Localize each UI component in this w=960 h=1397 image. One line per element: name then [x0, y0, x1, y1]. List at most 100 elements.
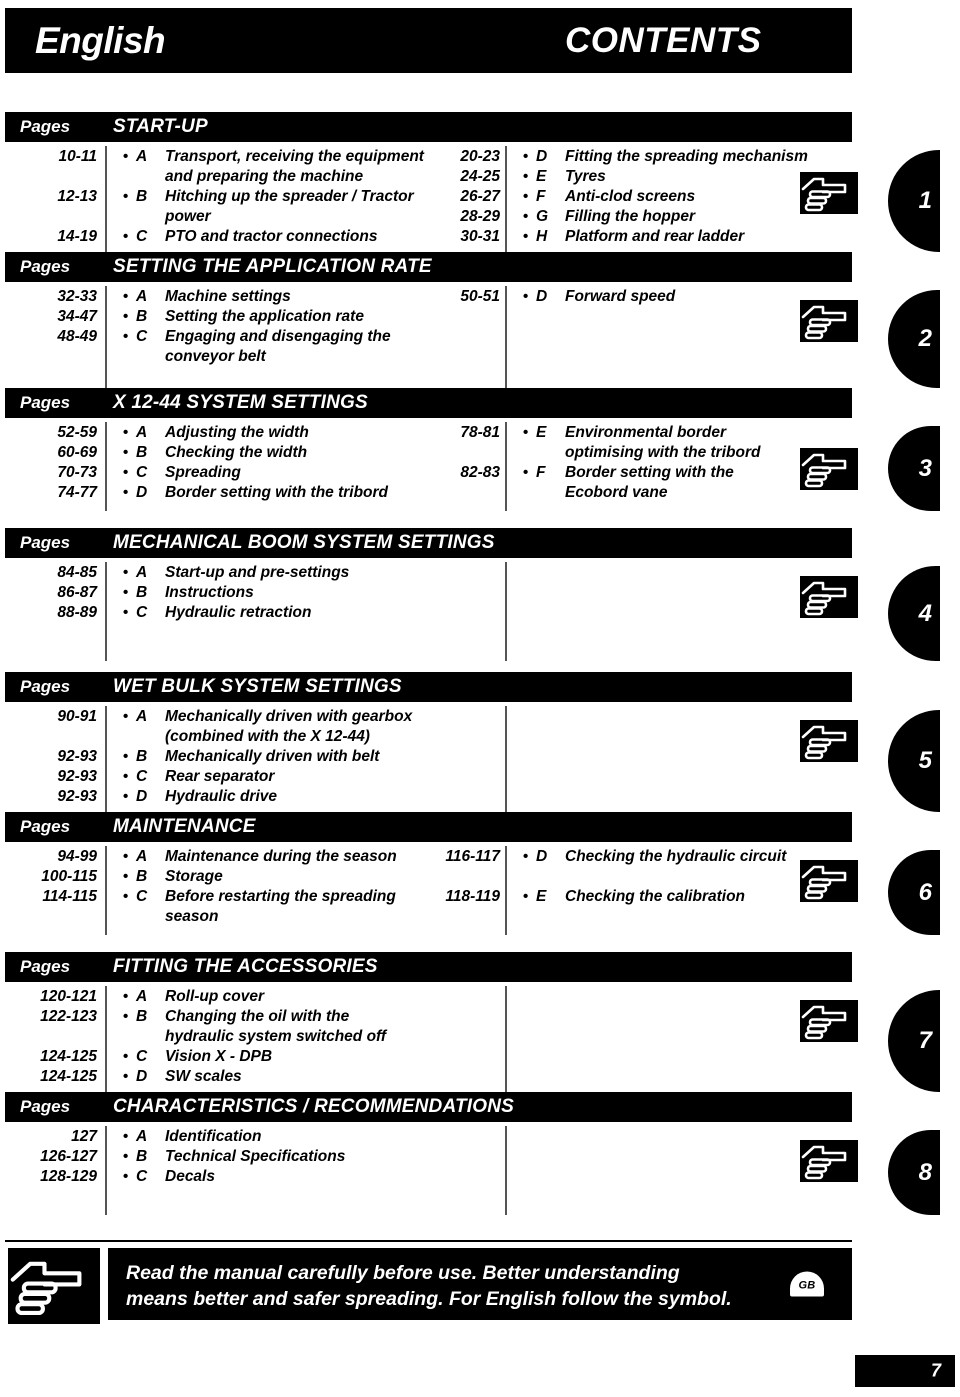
section-header-7: Pages FITTING THE ACCESSORIES	[5, 952, 852, 982]
entry-letter: A	[136, 1128, 148, 1145]
entry-text: hydraulic system switched off	[165, 1028, 387, 1045]
section-title: MECHANICAL BOOM SYSTEM SETTINGS	[113, 532, 495, 553]
page-range: 28-29	[460, 208, 500, 225]
contents-row[interactable]: 90-91 • A Mechanically driven with gearbox	[5, 708, 505, 728]
contents-row[interactable]: 128-129 • C Decals	[5, 1168, 505, 1188]
page-range: 116-117	[445, 848, 500, 865]
contents-row[interactable]: 20-23 • D Fitting the spreading mechanism	[460, 148, 808, 168]
bullet-icon: •	[123, 228, 129, 245]
bullet-icon: •	[123, 288, 129, 305]
contents-row[interactable]: optimising with the tribord	[505, 444, 805, 464]
section-body-8: 127 • A Identification 126-127 • B Technical Sp…	[5, 1122, 858, 1217]
bullet-icon: •	[123, 708, 129, 725]
entry-letter: G	[536, 208, 549, 225]
entries-column-left: 84-85 • A Start-up and pre-settings 86-87 • B I…	[5, 564, 505, 624]
entry-text: conveyor belt	[165, 348, 266, 365]
contents-row[interactable]: 78-81 • E Environmental border	[460, 424, 805, 444]
contents-row[interactable]: conveyor belt	[5, 348, 505, 368]
tab-marker-3[interactable]: 3	[888, 426, 940, 511]
tab-marker-2[interactable]: 2	[888, 290, 940, 388]
tab-marker-1[interactable]: 1	[888, 150, 940, 252]
tab-marker-6[interactable]: 6	[888, 850, 940, 935]
contents-row[interactable]: 60-69 • B Checking the width	[5, 444, 505, 464]
entry-letter: E	[536, 424, 547, 441]
section-2: Pages SETTING THE APPLICATION RATE 32-33 • A…	[5, 252, 858, 390]
page-range: 127	[71, 1128, 97, 1145]
contents-row[interactable]: 48-49 • C Engaging and disengaging the	[5, 328, 505, 348]
contents-row[interactable]	[505, 868, 805, 888]
contents-row[interactable]: 28-29 • G Filling the hopper	[460, 208, 805, 228]
tab-number: 6	[918, 878, 932, 906]
contents-row[interactable]: 100-115 • B Storage	[5, 868, 505, 888]
pointing-hand-icon	[800, 1140, 858, 1182]
contents-row[interactable]: 82-83 • F Border setting with the	[460, 464, 805, 484]
contents-row[interactable]: 74-77 • D Border setting with the tribord	[5, 484, 505, 504]
entry-letter: A	[136, 424, 148, 441]
contents-row[interactable]: 120-121 • A Roll-up cover	[5, 988, 505, 1008]
contents-row[interactable]: 92-93 • D Hydraulic drive	[5, 788, 505, 808]
bullet-icon: •	[123, 1168, 129, 1185]
contents-row[interactable]: 118-119 • E Checking the calibration	[445, 888, 805, 908]
bullet-icon: •	[123, 464, 129, 481]
contents-row[interactable]: 122-123 • B Changing the oil with the	[5, 1008, 505, 1028]
contents-row[interactable]: 126-127 • B Technical Specifications	[5, 1148, 505, 1168]
entry-text: Border setting with the tribord	[165, 484, 389, 501]
contents-row[interactable]: 84-85 • A Start-up and pre-settings	[5, 564, 505, 584]
bullet-icon: •	[123, 308, 129, 325]
tab-marker-7[interactable]: 7	[888, 990, 940, 1092]
contents-row[interactable]: 88-89 • C Hydraulic retraction	[5, 604, 505, 624]
page-range: 84-85	[57, 564, 97, 581]
tab-marker-8[interactable]: 8	[888, 1130, 940, 1215]
contents-row[interactable]: 30-31 • H Platform and rear ladder	[460, 228, 805, 248]
entry-letter: E	[536, 168, 547, 185]
contents-row[interactable]: 26-27 • F Anti-clod screens	[460, 188, 805, 208]
contents-row[interactable]: 124-125 • D SW scales	[5, 1068, 505, 1088]
entry-text: Instructions	[165, 584, 254, 601]
contents-row[interactable]: 116-117 • D Checking the hydraulic circuit	[445, 848, 805, 868]
section-body-5: 90-91 • A Mechanically driven with gearbox (…	[5, 702, 858, 814]
tab-marker-5[interactable]: 5	[888, 710, 940, 812]
bullet-icon: •	[123, 1148, 129, 1165]
contents-row[interactable]: season	[5, 908, 505, 928]
contents-row[interactable]: 92-93 • C Rear separator	[5, 768, 505, 788]
pointing-hand-icon	[800, 1000, 858, 1042]
tab-marker-4[interactable]: 4	[888, 566, 940, 661]
bullet-icon: •	[123, 148, 129, 165]
contents-row[interactable]: hydraulic system switched off	[5, 1028, 505, 1048]
entry-letter: B	[136, 584, 148, 601]
footer-divider	[5, 1240, 852, 1242]
column-divider-middle	[505, 706, 507, 812]
entry-letter: C	[136, 604, 148, 621]
tab-number: 2	[918, 325, 932, 352]
page-range: 92-93	[57, 768, 97, 785]
section-header-1: Pages START-UP	[5, 112, 852, 142]
entry-text: Decals	[165, 1168, 215, 1185]
tab-number: 8	[918, 1158, 932, 1186]
page-range: 82-83	[460, 464, 500, 481]
contents-row[interactable]: Ecobord vane	[505, 484, 805, 504]
contents-row[interactable]: 86-87 • B Instructions	[5, 584, 505, 604]
entry-letter: B	[136, 868, 148, 885]
contents-row[interactable]: 50-51 • D Forward speed	[460, 288, 805, 308]
bullet-icon: •	[523, 188, 529, 205]
page-title: CONTENTS	[565, 20, 762, 60]
contents-row[interactable]: 124-125 • C Vision X - DPB	[5, 1048, 505, 1068]
bullet-icon: •	[123, 868, 129, 885]
contents-row[interactable]: 92-93 • B Mechanically driven with belt	[5, 748, 505, 768]
entry-text: and preparing the machine	[165, 168, 364, 185]
section-title: CHARACTERISTICS / RECOMMENDATIONS	[113, 1096, 515, 1117]
page-range: 48-49	[57, 328, 97, 345]
entry-letter: F	[536, 464, 546, 481]
section-title: WET BULK SYSTEM SETTINGS	[113, 676, 402, 697]
page-range: 30-31	[460, 228, 500, 245]
contents-row[interactable]: 34-47 • B Setting the application rate	[5, 308, 505, 328]
bullet-icon: •	[123, 424, 129, 441]
entry-letter: B	[136, 188, 148, 205]
tab-number: 1	[918, 187, 932, 214]
entry-text: Filling the hopper	[565, 208, 696, 225]
contents-row[interactable]: 127 • A Identification	[5, 1128, 505, 1148]
contents-row[interactable]: 24-25 • E Tyres	[460, 168, 805, 188]
contents-row[interactable]: (combined with the X 12-44)	[5, 728, 505, 748]
entry-text: Checking the hydraulic circuit	[565, 848, 787, 865]
section-8: Pages CHARACTERISTICS / RECOMMENDATIONS 12…	[5, 1092, 858, 1217]
